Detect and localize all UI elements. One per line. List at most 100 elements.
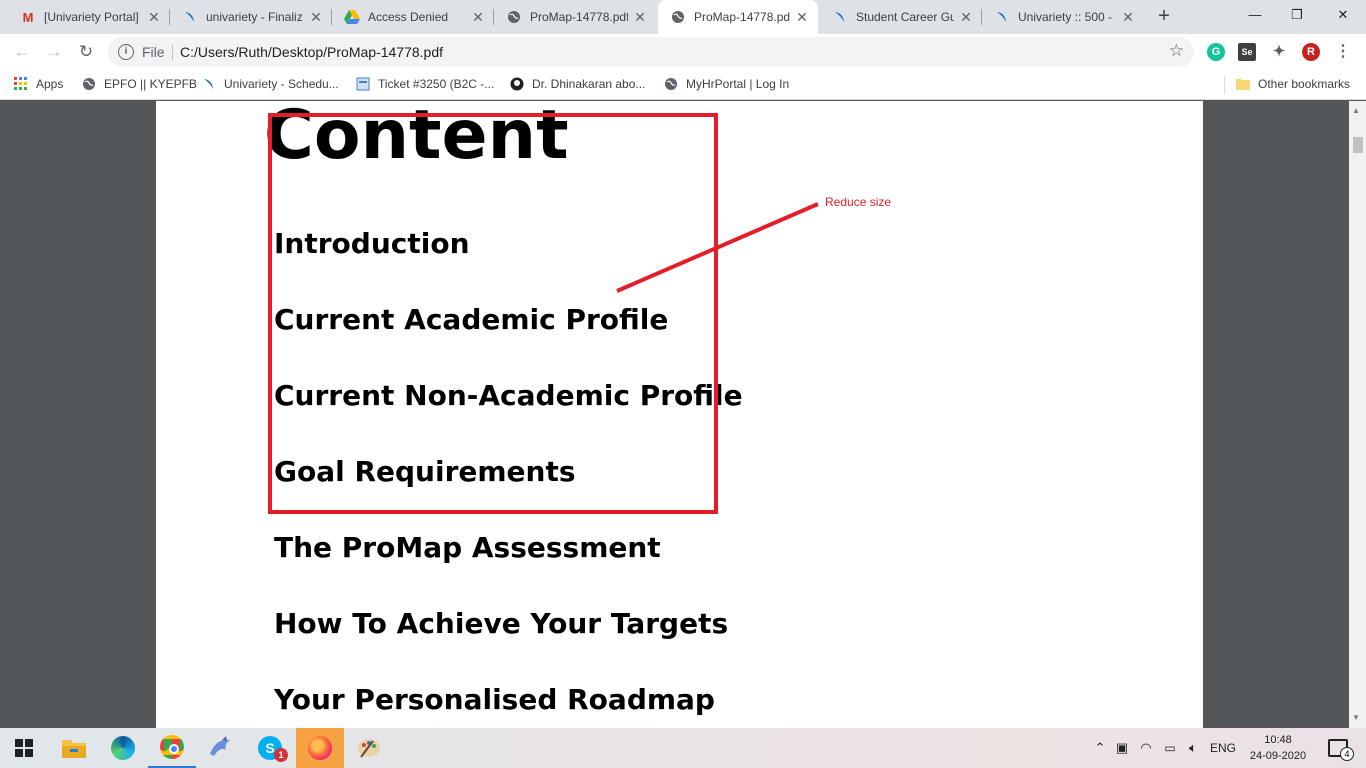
bookmark-label: Ticket #3250 (B2C -... bbox=[378, 77, 495, 91]
annotation-highlight-box bbox=[268, 113, 718, 514]
close-icon[interactable]: ✕ bbox=[958, 9, 974, 26]
apps-grid-icon bbox=[14, 77, 28, 91]
univariety-icon bbox=[994, 9, 1010, 25]
file-explorer-button[interactable] bbox=[50, 728, 98, 768]
action-center-button[interactable]: 4 bbox=[1314, 728, 1362, 768]
chrome-browser-button[interactable] bbox=[148, 728, 196, 768]
tab-strip: M [Univariety Portal] ✕ univariety - Fin… bbox=[0, 0, 1366, 34]
tab-access-denied[interactable]: Access Denied ✕ bbox=[332, 0, 494, 34]
close-icon[interactable]: ✕ bbox=[470, 9, 486, 26]
skype-icon: S1 bbox=[258, 736, 288, 762]
dolphin-app-button[interactable] bbox=[197, 728, 245, 768]
univariety-icon bbox=[832, 9, 848, 25]
vertical-scrollbar[interactable]: ▲ ▼ bbox=[1349, 101, 1366, 728]
close-icon[interactable]: ✕ bbox=[146, 9, 162, 26]
windows-logo-icon bbox=[15, 739, 33, 757]
tab-title: ProMap-14778.pdf bbox=[530, 10, 628, 24]
bookmark-univariety-schedule[interactable]: Univariety - Schedu... bbox=[202, 77, 339, 91]
globe-icon bbox=[506, 9, 522, 25]
new-tab-button[interactable]: + bbox=[1152, 5, 1176, 29]
folder-icon bbox=[1236, 77, 1250, 91]
language-indicator[interactable]: ENG bbox=[1210, 741, 1236, 755]
tab-univariety-500[interactable]: Univariety :: 500 - I ✕ bbox=[982, 0, 1144, 34]
tab-title: [Univariety Portal] bbox=[44, 10, 139, 24]
windows-taskbar: S1 ⌃ ▣ ◠ ▭ 🔈︎ ENG 10:48 24-09-2020 4 bbox=[0, 728, 1366, 768]
bookmark-star-icon[interactable]: ☆ bbox=[1169, 41, 1184, 61]
toc-item: Your Personalised Roadmap bbox=[274, 683, 715, 716]
wifi-icon[interactable]: ◠ bbox=[1134, 740, 1158, 756]
bookmark-epfo[interactable]: EPFO || KYEPFB bbox=[82, 77, 197, 91]
close-icon[interactable]: ✕ bbox=[308, 9, 324, 26]
firefox-icon bbox=[308, 736, 332, 760]
battery-icon[interactable]: ▭ bbox=[1158, 741, 1182, 755]
taskbar-clock[interactable]: 10:48 24-09-2020 bbox=[1244, 732, 1312, 764]
annotation-note: Reduce size bbox=[825, 195, 892, 209]
extensions-puzzle-icon[interactable]: ✦ bbox=[1270, 43, 1288, 61]
skype-button[interactable]: S1 bbox=[246, 728, 294, 768]
url-text[interactable]: C:/Users/Ruth/Desktop/ProMap-14778.pdf bbox=[180, 44, 443, 60]
gmail-icon: M bbox=[22, 9, 34, 25]
url-scheme: File bbox=[142, 44, 165, 60]
pdf-viewer[interactable]: Content Introduction Current Academic Pr… bbox=[0, 101, 1366, 728]
tab-univariety-finalize[interactable]: univariety - Finaliz ✕ bbox=[170, 0, 332, 34]
scroll-down-icon[interactable]: ▼ bbox=[1352, 713, 1360, 722]
close-icon[interactable]: ✕ bbox=[1120, 9, 1136, 26]
firefox-button[interactable] bbox=[296, 728, 344, 768]
chrome-icon bbox=[160, 735, 184, 759]
close-window-button[interactable]: ✕ bbox=[1320, 0, 1366, 30]
univariety-icon bbox=[182, 9, 198, 25]
toc-item: The ProMap Assessment bbox=[274, 531, 661, 564]
system-tray: ⌃ ▣ ◠ ▭ 🔈︎ ENG bbox=[1090, 728, 1236, 768]
clock-date: 24-09-2020 bbox=[1249, 750, 1307, 762]
close-icon[interactable]: ✕ bbox=[794, 9, 810, 26]
selenium-extension-icon[interactable]: Se bbox=[1238, 43, 1256, 61]
profile-avatar[interactable]: R bbox=[1302, 43, 1320, 61]
paint-app-button[interactable] bbox=[345, 728, 393, 768]
bookmark-ticket[interactable]: Ticket #3250 (B2C -... bbox=[356, 77, 494, 91]
bookmark-label: MyHrPortal | Log In bbox=[686, 77, 790, 91]
forward-button[interactable]: → bbox=[42, 40, 66, 64]
scrollbar-thumb[interactable] bbox=[1353, 137, 1363, 153]
toc-item: How To Achieve Your Targets bbox=[274, 607, 729, 640]
address-bar[interactable]: i File C:/Users/Ruth/Desktop/ProMap-1477… bbox=[108, 37, 1194, 67]
reload-button[interactable]: ↻ bbox=[74, 40, 98, 64]
browser-toolbar: ← → ↻ i File C:/Users/Ruth/Desktop/ProMa… bbox=[0, 34, 1366, 70]
chevron-up-icon[interactable]: ⌃ bbox=[1090, 740, 1110, 756]
tab-title: Access Denied bbox=[368, 10, 449, 24]
notification-icon: 4 bbox=[1328, 739, 1354, 761]
close-icon[interactable]: ✕ bbox=[632, 9, 648, 26]
bookmark-myhrportal[interactable]: MyHrPortal | Log In bbox=[664, 77, 789, 91]
clock-time: 10:48 bbox=[1264, 734, 1292, 746]
restore-button[interactable]: ❐ bbox=[1274, 0, 1320, 30]
scroll-up-icon[interactable]: ▲ bbox=[1352, 106, 1360, 115]
tab-title: Univariety :: 500 - I bbox=[1018, 10, 1116, 24]
globe-icon bbox=[670, 9, 686, 25]
globe-icon bbox=[664, 77, 678, 91]
tab-student-career-guide[interactable]: Student Career Gu ✕ bbox=[820, 0, 982, 34]
volume-icon[interactable]: 🔈︎ bbox=[1182, 740, 1204, 756]
google-drive-icon bbox=[344, 9, 360, 25]
start-button[interactable] bbox=[0, 728, 48, 768]
menu-kebab-icon[interactable]: ⋮ bbox=[1334, 43, 1352, 61]
globe-icon bbox=[82, 77, 96, 91]
ticket-icon bbox=[356, 77, 370, 91]
tab-promap-pdf-active[interactable]: ProMap-14778.pdf ✕ bbox=[658, 0, 818, 34]
bookmark-dr-dhinakaran[interactable]: Dr. Dhinakaran abo... bbox=[510, 77, 645, 91]
bookmark-apps[interactable]: Apps bbox=[14, 77, 63, 91]
back-button[interactable]: ← bbox=[10, 40, 34, 64]
bookmark-label: Apps bbox=[36, 77, 64, 91]
edge-browser-button[interactable] bbox=[99, 728, 147, 768]
info-icon[interactable]: i bbox=[118, 44, 134, 60]
tab-univariety-portal[interactable]: M [Univariety Portal] ✕ bbox=[8, 0, 170, 34]
network-adapter-icon[interactable]: ▣ bbox=[1110, 740, 1134, 756]
tab-title: univariety - Finaliz bbox=[206, 10, 303, 24]
minimize-button[interactable]: — bbox=[1232, 0, 1278, 30]
palette-icon bbox=[358, 739, 380, 758]
dolphin-icon bbox=[210, 736, 230, 756]
bookmark-label: Dr. Dhinakaran abo... bbox=[532, 77, 646, 91]
bookmark-other-bookmarks[interactable]: Other bookmarks bbox=[1236, 77, 1350, 91]
grammarly-extension-icon[interactable]: G bbox=[1207, 43, 1225, 61]
tab-promap-pdf[interactable]: ProMap-14778.pdf ✕ bbox=[494, 0, 656, 34]
edge-icon bbox=[111, 736, 135, 760]
bookmark-label: EPFO || KYEPFB bbox=[104, 77, 197, 91]
